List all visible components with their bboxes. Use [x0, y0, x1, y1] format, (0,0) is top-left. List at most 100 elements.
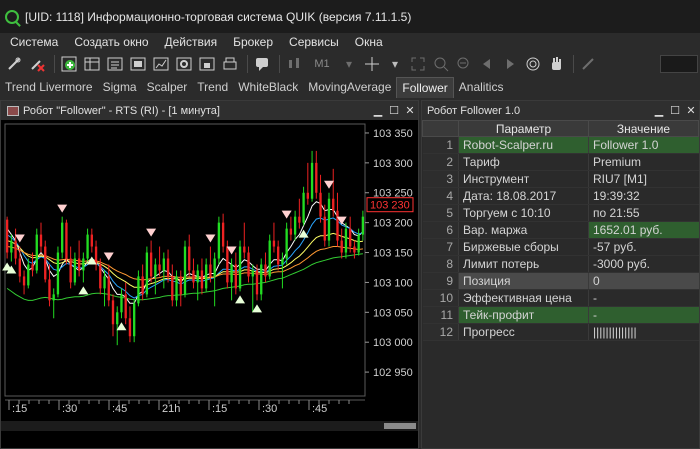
zoom-out-icon[interactable] — [454, 54, 474, 74]
row-number: 2 — [422, 153, 459, 171]
table-row[interactable]: 4 Дата: 18.08.2017 19:39:32 — [422, 187, 699, 205]
col-parameter-header[interactable]: Параметр — [458, 120, 589, 137]
line-tool-icon[interactable] — [578, 54, 598, 74]
table-row[interactable]: 12 Прогресс |||||||||||||| — [422, 323, 699, 341]
candle-body — [133, 303, 136, 337]
menu-actions[interactable]: Действия — [157, 33, 226, 51]
settings-window-icon[interactable] — [174, 54, 194, 74]
row-number: 8 — [422, 255, 459, 273]
table-header-row: Параметр Значение — [422, 120, 699, 137]
close-icon[interactable]: ✕ — [683, 103, 699, 119]
candle-body — [158, 264, 161, 271]
toolbar-input[interactable] — [660, 55, 698, 73]
orders-icon[interactable] — [128, 54, 148, 74]
candle-body — [255, 270, 259, 295]
table-row[interactable]: 6 Вар. маржа 1652.01 руб. — [422, 221, 699, 239]
hand-icon[interactable] — [546, 54, 566, 74]
table-row[interactable]: 7 Биржевые сборы -57 руб. — [422, 238, 699, 256]
menu-windows[interactable]: Окна — [347, 33, 391, 51]
table-row[interactable]: 8 Лимит потерь -3000 руб. — [422, 255, 699, 273]
scrollbar-thumb[interactable] — [384, 423, 416, 429]
candle-body — [61, 222, 64, 253]
candle-body — [205, 264, 208, 289]
table-row[interactable]: 10 Эффективная цена - — [422, 289, 699, 307]
candle-body — [103, 276, 106, 289]
table-row[interactable]: 9 Позиция 0 — [422, 272, 699, 290]
candle-body — [18, 258, 21, 277]
candle-body — [310, 162, 314, 199]
candle-body — [82, 258, 85, 271]
time-tick-label: :15 — [12, 403, 27, 415]
minimize-icon[interactable]: ▁ — [651, 103, 667, 119]
disconnect-icon[interactable] — [27, 54, 47, 74]
price-chart[interactable]: 103 350103 300103 250103 200103 150103 1… — [1, 120, 418, 448]
tab-moving-average[interactable]: MovingAverage — [303, 77, 396, 98]
table-row[interactable]: 1 Robot-Scalper.ru Follower 1.0 — [422, 136, 699, 154]
candle-body — [94, 246, 98, 265]
message-icon[interactable] — [252, 54, 272, 74]
candle-body — [124, 294, 127, 319]
row-number: 4 — [422, 187, 459, 205]
close-icon[interactable]: ✕ — [402, 103, 418, 119]
connect-icon[interactable] — [4, 54, 24, 74]
candle-body — [289, 228, 293, 235]
candle-body — [116, 312, 119, 325]
menu-bar: Система Создать окно Действия Брокер Сер… — [0, 33, 700, 51]
candle-body — [340, 240, 343, 253]
chart-window-icon[interactable] — [151, 54, 171, 74]
row-value: - — [588, 289, 699, 307]
candle-body — [349, 228, 352, 247]
candle-body — [145, 252, 149, 295]
candle-body — [247, 252, 250, 277]
scroll-left-icon[interactable] — [477, 54, 497, 74]
candle-body — [264, 264, 267, 277]
maximize-icon[interactable]: ☐ — [386, 103, 402, 119]
row-value: по 21:55 — [588, 204, 699, 222]
chevron-down-icon[interactable]: ▾ — [385, 54, 405, 74]
target-icon[interactable] — [523, 54, 543, 74]
table-row[interactable]: 5 Торгуем с 10:10 по 21:55 — [422, 204, 699, 222]
print-icon[interactable] — [220, 54, 240, 74]
row-parameter: Дата: 18.08.2017 — [458, 187, 589, 205]
table-icon[interactable] — [82, 54, 102, 74]
candle-body — [315, 162, 318, 193]
table-row[interactable]: 2 Тариф Premium — [422, 153, 699, 171]
price-tick-label: 103 100 — [373, 277, 413, 289]
tab-scalper[interactable]: Scalper — [142, 77, 193, 98]
lock-window-icon[interactable] — [197, 54, 217, 74]
chart-window-title: Робот "Follower" - RTS (RI) - [1 минута] — [23, 104, 220, 117]
row-value: Follower 1.0 — [588, 136, 699, 154]
col-value-header[interactable]: Значение — [588, 120, 699, 137]
table-row[interactable]: 3 Инструмент RIU7 [M1] — [422, 170, 699, 188]
zoom-in-icon[interactable] — [431, 54, 451, 74]
candles-icon[interactable] — [284, 54, 304, 74]
candle-body — [302, 192, 305, 223]
tab-trend[interactable]: Trend — [192, 77, 233, 98]
tab-follower[interactable]: Follower — [396, 77, 454, 98]
candle-body — [69, 258, 72, 283]
menu-services[interactable]: Сервисы — [281, 33, 347, 51]
tab-whiteblack[interactable]: WhiteBlack — [233, 77, 303, 98]
candle-body — [73, 258, 77, 283]
candle-body — [285, 228, 288, 259]
menu-system[interactable]: Система — [2, 33, 66, 51]
crosshair-icon[interactable] — [362, 54, 382, 74]
timeframe-select[interactable]: M1 — [307, 55, 337, 73]
tab-analitics[interactable]: Analitics — [454, 77, 509, 98]
candle-body — [344, 228, 348, 253]
scroll-right-icon[interactable] — [500, 54, 520, 74]
tab-trend-livermore[interactable]: Trend Livermore — [0, 77, 98, 98]
candle-body — [56, 252, 60, 295]
zoom-fit-icon[interactable] — [408, 54, 428, 74]
row-value: - — [588, 306, 699, 324]
add-window-icon[interactable] — [59, 54, 79, 74]
chevron-down-icon[interactable]: ▾ — [339, 54, 359, 74]
minimize-icon[interactable]: ▁ — [370, 103, 386, 119]
tab-sigma[interactable]: Sigma — [98, 77, 142, 98]
menu-create-window[interactable]: Создать окно — [66, 33, 156, 51]
table-row[interactable]: 11 Тейк-профит - — [422, 306, 699, 324]
maximize-icon[interactable]: ☐ — [667, 103, 683, 119]
chart-scrollbar[interactable] — [1, 421, 418, 431]
menu-broker[interactable]: Брокер — [225, 33, 281, 51]
quotes-icon[interactable] — [105, 54, 125, 74]
